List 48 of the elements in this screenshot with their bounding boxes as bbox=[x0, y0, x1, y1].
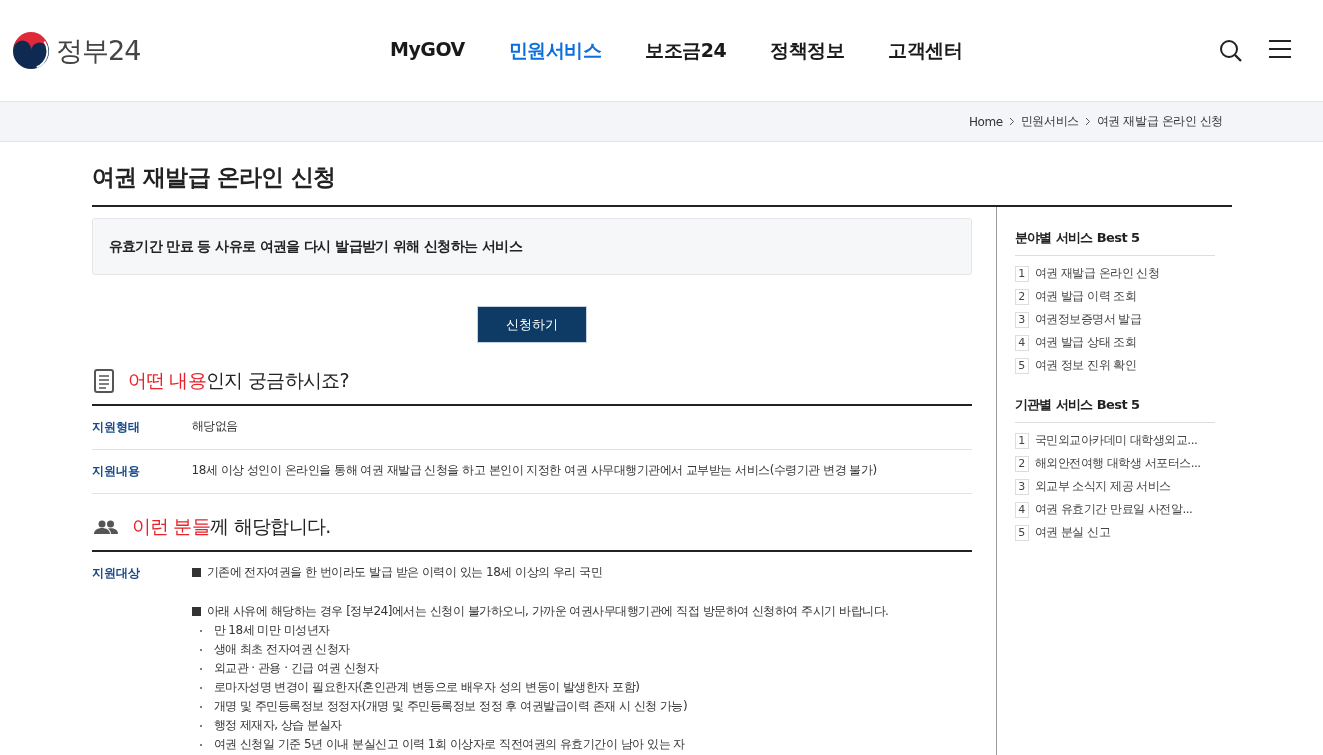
nav-link[interactable]: 정책정보 bbox=[770, 37, 845, 64]
sidebar-link[interactable]: 4 여권 발급 상태 조회 bbox=[1014, 334, 1234, 351]
search-icon[interactable] bbox=[1219, 38, 1243, 63]
service-summary: 유효기간 만료 등 사유로 여권을 다시 발급받기 위해 신청하는 서비스 bbox=[91, 218, 972, 275]
sidebar-link[interactable]: 3 외교부 소식지 제공 서비스 bbox=[1014, 478, 1234, 495]
page-title: 여권 재발급 온라인 신청 bbox=[91, 163, 337, 192]
sidebar-link[interactable]: 5 여권 분실 신고 bbox=[1014, 524, 1234, 541]
row-text: 로마자성명 변경이 필요한자(혼인관계 변동으로 배우자 성의 변동이 발생한자 포함) bbox=[213, 680, 640, 695]
chevron-icon bbox=[1008, 117, 1015, 126]
row-text: 행정 제재자, 상습 분실자 bbox=[213, 718, 342, 733]
sidebar-link[interactable]: 1 여권 재발급 온라인 신청 bbox=[1014, 265, 1234, 282]
row-text: 여권 신청일 기준 5년 이내 분실신고 이력 1회 이상자로 직전여권의 유효기간이 남아 있는 자 bbox=[213, 737, 685, 752]
breadcrumb-link[interactable]: 민원서비스 bbox=[1020, 113, 1079, 130]
logo-icon bbox=[12, 31, 50, 70]
row-label: 지원형태 bbox=[91, 419, 141, 436]
nav-link[interactable]: 민원서비스 bbox=[508, 37, 602, 64]
row-text: 기존에 전자여권을 한 번이라도 발급 받은 이력이 있는 18세 이상의 우리 국민 bbox=[206, 565, 603, 580]
sidebar-link[interactable]: 3 여권정보증명서 발급 bbox=[1014, 311, 1234, 328]
row-text: 해당없음 bbox=[191, 419, 238, 434]
document-icon bbox=[93, 369, 114, 393]
people-icon bbox=[93, 520, 118, 534]
row-label: 지원내용 bbox=[91, 463, 141, 480]
nav-link[interactable]: 고객센터 bbox=[888, 37, 963, 64]
row-label: 지원대상 bbox=[91, 565, 141, 582]
nav-link[interactable]: MyGOV bbox=[390, 37, 465, 64]
sidebar-title: 분야별 서비스 Best 5 bbox=[1014, 229, 1215, 256]
sidebar-link[interactable]: 2 해외안전여행 대학생 서포터스... bbox=[1014, 455, 1234, 472]
square-bullet-icon bbox=[191, 568, 201, 577]
row-text: 생애 최초 전자여권 신청자 bbox=[213, 642, 350, 657]
row-text: 개명 및 주민등록정보 정정자(개명 및 주민등록정보 정정 후 여권발급이력 존재 시 신청 가능) bbox=[213, 699, 688, 714]
sidebar-link[interactable]: 2 여권 발급 이력 조회 bbox=[1014, 288, 1234, 305]
section-title: 이런 분들께 해당합니다. bbox=[131, 514, 331, 539]
chevron-icon bbox=[1084, 117, 1091, 126]
row-text: 외교관 · 관용 · 긴급 여권 신청자 bbox=[213, 661, 378, 676]
sidebar-link[interactable]: 1 국민외교아카데미 대학생외교... bbox=[1014, 432, 1234, 449]
nav-link[interactable]: 보조금24 bbox=[645, 37, 727, 64]
logo-text[interactable]: 정부24 bbox=[56, 32, 141, 69]
sidebar-link[interactable]: 4 여권 유효기간 만료일 사전알... bbox=[1014, 501, 1234, 518]
row-text: 18세 이상 성인이 온라인을 통해 여권 재발급 신청을 하고 본인이 지정한 여권 사무대행기관에서 교부받는 서비스(수령기관 변경 불가) bbox=[191, 463, 877, 478]
row-text: 만 18세 미만 미성년자 bbox=[213, 623, 330, 638]
apply-button[interactable]: 신청하기 bbox=[476, 306, 587, 343]
section-title: 어떤 내용인지 궁금하시죠? bbox=[127, 368, 349, 393]
breadcrumb-link[interactable]: Home bbox=[968, 114, 1003, 129]
breadcrumb-link[interactable]: 여권 재발급 온라인 신청 bbox=[1096, 113, 1223, 130]
square-bullet-icon bbox=[191, 607, 201, 616]
sidebar-title: 기관별 서비스 Best 5 bbox=[1014, 396, 1215, 423]
sidebar-link[interactable]: 5 여권 정보 진위 확인 bbox=[1014, 357, 1234, 374]
row-text: 아래 사유에 해당하는 경우 [정부24]에서는 신청이 불가하오니, 가까운 여권사무대행기관에 직접 방문하여 신청하여 주시기 바랍니다. bbox=[206, 604, 889, 619]
